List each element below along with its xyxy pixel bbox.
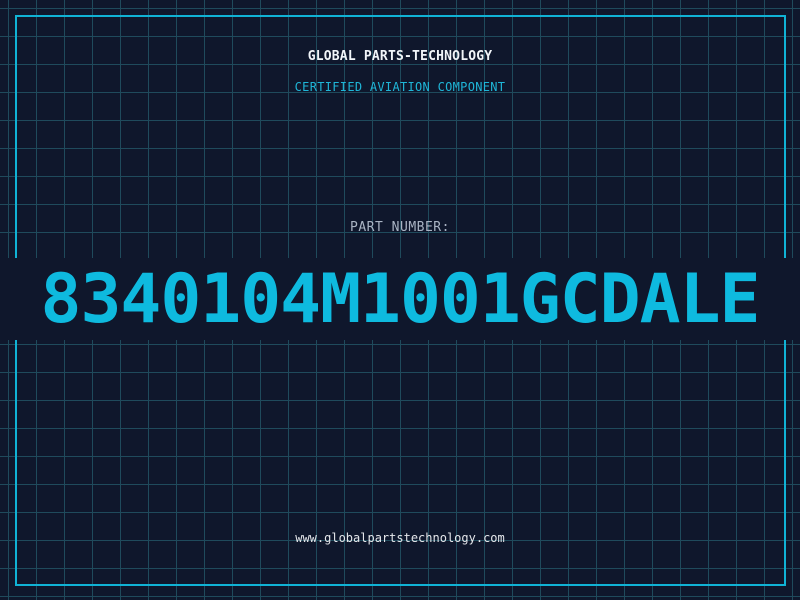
part-number-label: PART NUMBER: [350,220,450,235]
website-url: www.globalpartstechnology.com [295,531,505,545]
part-label-card: GLOBAL PARTS-TECHNOLOGY CERTIFIED AVIATI… [0,0,800,600]
certification-subtitle: CERTIFIED AVIATION COMPONENT [294,80,506,94]
brand-name: GLOBAL PARTS-TECHNOLOGY [307,49,493,64]
part-number-value: 8340104M1001GCDALE [40,260,761,339]
